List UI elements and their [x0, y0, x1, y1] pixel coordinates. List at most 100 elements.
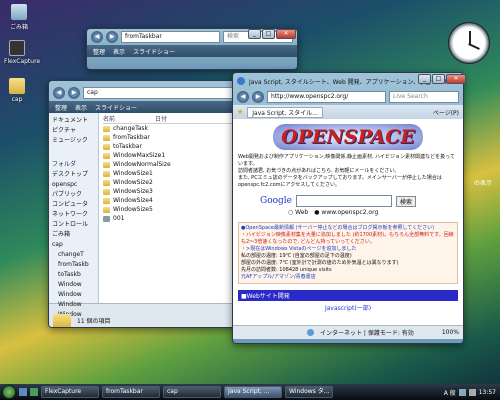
radio-site[interactable]: ● www.openspc2.org	[314, 209, 378, 216]
tree-item[interactable]: cap	[52, 240, 95, 250]
list-item[interactable]: WindowSize4	[103, 196, 243, 205]
clock-gadget	[448, 22, 490, 64]
page-menu[interactable]: ページ(P)	[433, 108, 459, 117]
back-icon[interactable]: ◀	[237, 91, 249, 103]
tree-item[interactable]: コントロール	[52, 220, 95, 230]
folder-icon	[103, 179, 110, 186]
google-search-button[interactable]: 検索	[396, 195, 417, 207]
back-icon[interactable]: ◀	[91, 31, 103, 43]
google-search-box: Google 検索	[260, 195, 458, 207]
taskbar-button-windows[interactable]: Windows タ...	[285, 386, 333, 398]
list-item[interactable]: toTaskbar	[103, 142, 243, 151]
url-field[interactable]: http://www.openspc2.org/	[267, 91, 386, 103]
volume-icon[interactable]	[468, 388, 476, 396]
file-name: WindowSize3	[113, 188, 153, 195]
file-name: WindowSize5	[113, 206, 153, 213]
clock-time[interactable]: 13:57	[479, 389, 496, 396]
list-item[interactable]: 001	[103, 214, 243, 223]
minimize-button[interactable]: _	[418, 74, 431, 84]
news-line: 部屋の外の温度: 7℃ (室外計で計測の値のため外気温とは異なります)	[241, 260, 399, 266]
folder-pane-header[interactable]: フォルダ	[52, 160, 95, 170]
minimize-button[interactable]: _	[248, 29, 261, 39]
maximize-button[interactable]: □	[432, 74, 445, 84]
tree-item[interactable]: ネットワーク	[52, 210, 95, 220]
slideshow-button[interactable]: スライドショー	[133, 47, 175, 56]
view-menu[interactable]: 表示	[75, 103, 87, 112]
organize-menu[interactable]: 整理	[55, 103, 67, 112]
taskbar-button-fromtaskbar[interactable]: fromTaskbar	[102, 386, 160, 398]
site-logo: OPENSPACE	[273, 124, 423, 150]
maximize-button[interactable]: □	[262, 29, 275, 39]
news-line[interactable]: ●OpenSpace最新情報 (サーバー停止などの場合はブログ掲示板を参照してく…	[241, 225, 455, 232]
live-search-input[interactable]: Live Search	[389, 91, 459, 103]
tree-item[interactable]: Window	[52, 300, 95, 310]
tree-item[interactable]: デスクトップ	[52, 170, 95, 180]
tree-item[interactable]: toTaskb	[52, 270, 95, 280]
back-icon[interactable]: ◀	[53, 87, 65, 99]
close-button[interactable]: ✕	[276, 29, 296, 39]
news-line[interactable]: 元AFアップル/アマゾン/青春書店	[241, 274, 455, 281]
organize-menu[interactable]: 整理	[93, 47, 105, 56]
column-date[interactable]: 日付	[155, 115, 167, 124]
taskbar-button-cap[interactable]: cap	[163, 386, 221, 398]
list-item[interactable]: WindowMaxSize1	[103, 151, 243, 160]
folder-icon	[103, 206, 110, 213]
tree-item[interactable]: パブリック	[52, 190, 95, 200]
tree-item[interactable]: changeT	[52, 250, 95, 260]
folder-icon	[103, 152, 110, 159]
taskbar-button-ie[interactable]: Java Script, ...	[224, 386, 282, 398]
zone-status: インターネット | 保護モード: 有効	[320, 330, 414, 337]
quick-launch-icon[interactable]	[30, 388, 38, 396]
favorite-link[interactable]: ミュージック	[52, 136, 95, 146]
file-list: 名前 日付 changeTask fromTaskbar toTaskbar W…	[99, 113, 247, 303]
list-item[interactable]: WindowSize1	[103, 169, 243, 178]
news-line[interactable]: ・ハイビジョン映像素材集を大量に追加しました (約1700素材)。もちろん全部無…	[241, 232, 455, 246]
forward-icon[interactable]: ▶	[252, 91, 264, 103]
forward-icon[interactable]: ▶	[106, 31, 118, 43]
tree-item[interactable]: fromTaskb	[52, 260, 95, 270]
section-link[interactable]: Javascript(一部)	[238, 303, 458, 312]
list-item[interactable]: changeTask	[103, 124, 243, 133]
tree-item[interactable]: Window	[52, 290, 95, 300]
desktop-icon-label: ごみ箱	[9, 24, 28, 31]
list-item[interactable]: WindowSize5	[103, 205, 243, 214]
list-item[interactable]: WindowSize3	[103, 187, 243, 196]
news-line[interactable]: ・>現在はWindows Vistaのページを追加しました	[241, 246, 455, 253]
favorites-star-icon[interactable]: ★	[237, 108, 243, 116]
view-menu[interactable]: 表示	[113, 47, 125, 56]
folder-icon	[103, 188, 110, 195]
list-item[interactable]: WindowNormalSize	[103, 160, 243, 169]
list-item[interactable]: fromTaskbar	[103, 133, 243, 142]
quick-launch-icon[interactable]	[19, 388, 27, 396]
cap-desktop-icon[interactable]: cap	[4, 78, 30, 103]
address-field[interactable]: fromTaskbar	[121, 31, 220, 43]
close-button[interactable]: ✕	[446, 74, 466, 84]
tree-item[interactable]: openspc	[52, 180, 95, 190]
forward-icon[interactable]: ▶	[68, 87, 80, 99]
folder-icon	[103, 143, 110, 150]
radio-web[interactable]: ○ Web	[288, 209, 308, 216]
favorite-link[interactable]: ドキュメント	[52, 116, 95, 126]
favorite-link[interactable]: ピクチャ	[52, 126, 95, 136]
list-item[interactable]: WindowSize2	[103, 178, 243, 187]
start-button[interactable]	[2, 385, 16, 399]
browser-tab[interactable]: Java Script, スタイル...	[247, 106, 323, 118]
column-name[interactable]: 名前	[103, 115, 115, 124]
language-bar[interactable]: A 般	[444, 388, 456, 397]
tree-item[interactable]: ごみ箱	[52, 230, 95, 240]
ie-status-bar: インターネット | 保護モード: 有効 100%	[233, 325, 463, 339]
taskbar-button-flexcapture[interactable]: FlexCapture	[41, 386, 99, 398]
tree-item[interactable]: Window	[52, 280, 95, 290]
recycle-bin-desktop-icon[interactable]: ごみ箱	[6, 4, 32, 31]
tree-item[interactable]: コンピュータ	[52, 200, 95, 210]
explorer-window-cap[interactable]: ◀ ▶ cap 整理 表示 スライドショー ドキュメント ピクチャ ミュージック…	[48, 80, 248, 328]
flexcapture-desktop-icon[interactable]: FlexCapture	[4, 40, 40, 65]
zoom-level[interactable]: 100%	[442, 329, 459, 336]
google-search-input[interactable]	[296, 195, 392, 207]
desktop-icon-label: FlexCapture	[4, 58, 41, 65]
network-icon[interactable]	[458, 388, 466, 396]
file-name: WindowSize1	[113, 170, 153, 177]
address-field[interactable]: cap	[83, 87, 243, 99]
ie-window[interactable]: Java Script, スタイルシート、Web 開発、アプリケーション、学習サ…	[232, 72, 464, 344]
slideshow-button[interactable]: スライドショー	[95, 103, 137, 112]
